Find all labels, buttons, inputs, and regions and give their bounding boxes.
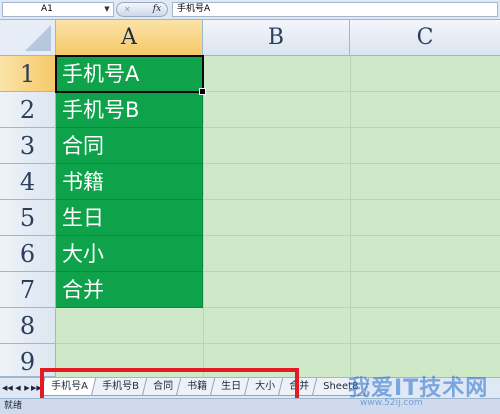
row-header-9[interactable]: 9 <box>0 344 56 377</box>
row-header-8[interactable]: 8 <box>0 308 56 344</box>
sheet-tab-label: 合同 <box>152 381 173 392</box>
gridline <box>56 343 500 344</box>
sheet-tab-label: 手机号B <box>101 381 139 392</box>
sheet-tab-label: 手机号A <box>51 381 88 392</box>
row-header-7[interactable]: 7 <box>0 272 56 308</box>
name-box[interactable]: A1 <box>2 2 114 17</box>
cell-a2[interactable]: 手机号B <box>56 92 203 128</box>
fill-handle[interactable] <box>199 88 206 95</box>
formula-bar: A1 ▼ ✕ fx 手机号A <box>0 0 500 20</box>
status-text: 就绪 <box>4 401 23 411</box>
cell-a3[interactable]: 合同 <box>56 128 203 164</box>
status-bar: 就绪 <box>0 398 500 414</box>
cell-a6[interactable]: 大小 <box>56 236 203 272</box>
sheet-tab-2[interactable]: 手机号B <box>90 378 150 396</box>
gridline <box>350 56 351 377</box>
row-header-3[interactable]: 3 <box>0 128 56 164</box>
chevron-down-icon[interactable]: ▼ <box>101 3 113 16</box>
column-header-a[interactable]: A <box>56 20 203 56</box>
row-header-1[interactable]: 1 <box>0 56 56 92</box>
sheet-tab-8[interactable]: Sheet8 <box>311 378 370 396</box>
select-all-icon <box>25 25 51 51</box>
formula-input[interactable]: 手机号A <box>172 2 498 17</box>
sheet-tab-bar: ◀◀ ◀ ▶ ▶▶ 手机号A 手机号B 合同 书籍 生日 大小 合并 Sheet… <box>0 377 500 398</box>
sheet-tab-label: 书籍 <box>186 381 207 392</box>
row-header-5[interactable]: 5 <box>0 200 56 236</box>
row-header-4[interactable]: 4 <box>0 164 56 200</box>
cancel-icon[interactable]: ✕ <box>124 2 131 17</box>
row-header-2[interactable]: 2 <box>0 92 56 128</box>
cell-a4[interactable]: 书籍 <box>56 164 203 200</box>
cell-a7[interactable]: 合并 <box>56 272 203 308</box>
column-header-b[interactable]: B <box>203 20 350 56</box>
cell-a1[interactable]: 手机号A <box>56 56 203 92</box>
sheet-tab-label: Sheet8 <box>322 381 359 392</box>
column-header-c[interactable]: C <box>350 20 500 56</box>
worksheet-grid: A B C 1 2 3 4 5 6 7 8 9 手机号A 手机号B 合同 书籍 … <box>0 20 500 377</box>
select-all-button[interactable] <box>0 20 56 56</box>
first-sheet-icon[interactable]: ◀◀ <box>2 380 13 396</box>
sheet-tabs: 手机号A 手机号B 合同 书籍 生日 大小 合并 Sheet8 <box>39 378 370 399</box>
cell-a5[interactable]: 生日 <box>56 200 203 236</box>
sheet-tab-label: 大小 <box>254 381 275 392</box>
row-header-6[interactable]: 6 <box>0 236 56 272</box>
sheet-tab-label: 生日 <box>220 381 241 392</box>
insert-function-icon[interactable]: fx <box>149 2 165 17</box>
gridline <box>203 56 204 377</box>
sheet-tab-label: 合并 <box>288 381 309 392</box>
